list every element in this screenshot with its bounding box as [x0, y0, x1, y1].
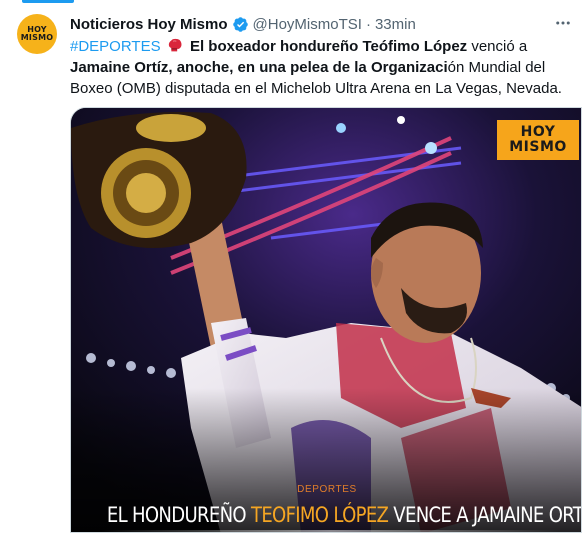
separator-dot: · — [365, 15, 371, 33]
headline-highlight: TEOFIMO LÓPEZ — [250, 503, 389, 527]
timestamp[interactable]: 33min — [375, 16, 416, 33]
headline-pre: EL HONDUREÑO — [106, 503, 251, 527]
display-name[interactable]: Noticieros Hoy Mismo — [70, 16, 228, 33]
tweet-text-bold-1: El boxeador hondureño Teófimo López — [189, 38, 468, 55]
boxing-glove-icon — [168, 38, 182, 52]
tweet-text-rest-1: venció a — [467, 38, 528, 55]
logo-text-line1: HOY — [520, 124, 556, 140]
headline-post: VENCE A JAMAINE ORTÍZ — [388, 503, 582, 527]
more-options-icon[interactable] — [552, 12, 574, 34]
image-headline: EL HONDUREÑO TEOFIMO LÓPEZ VENCE A JAMAI… — [106, 503, 581, 527]
user-handle[interactable]: @HoyMismoTSI — [253, 16, 362, 33]
tweet-text-rest-2: ón Mundial del — [447, 59, 546, 76]
hashtag-link[interactable]: #DEPORTES — [70, 38, 161, 55]
tweet-text: #DEPORTES El boxeador hondureño Teófimo … — [70, 36, 575, 99]
verified-badge-icon — [232, 16, 248, 32]
image-category-label: DEPORTES — [297, 484, 357, 495]
logo-text-line2: MISMO — [509, 139, 567, 155]
avatar[interactable]: HOY MISMO — [17, 14, 57, 54]
avatar-text-line2: MISMO — [20, 33, 54, 42]
tweet-text-line-3: Boxeo (OMB) disputada en el Michelob Ult… — [70, 80, 562, 97]
hoy-mismo-logo: HOY MISMO — [497, 120, 579, 160]
boxer-photo — [71, 108, 581, 532]
tweet-card[interactable]: HOY MISMO Noticieros Hoy Mismo @HoyMismo… — [0, 0, 582, 533]
tweet-media-image[interactable]: HOY MISMO DEPORTES EL HONDUREÑO TEOFIMO … — [70, 107, 582, 533]
tweet-text-line-1: #DEPORTES El boxeador hondureño Teófimo … — [70, 36, 575, 57]
tweet-text-line-2: Jamaine Ortíz, anoche, en una pelea de l… — [70, 57, 575, 78]
tweet-text-bold-2: Jamaine Ortíz, anoche, en una pelea de l… — [70, 59, 448, 76]
tweet-header: Noticieros Hoy Mismo @HoyMismoTSI · 33mi… — [70, 14, 416, 34]
